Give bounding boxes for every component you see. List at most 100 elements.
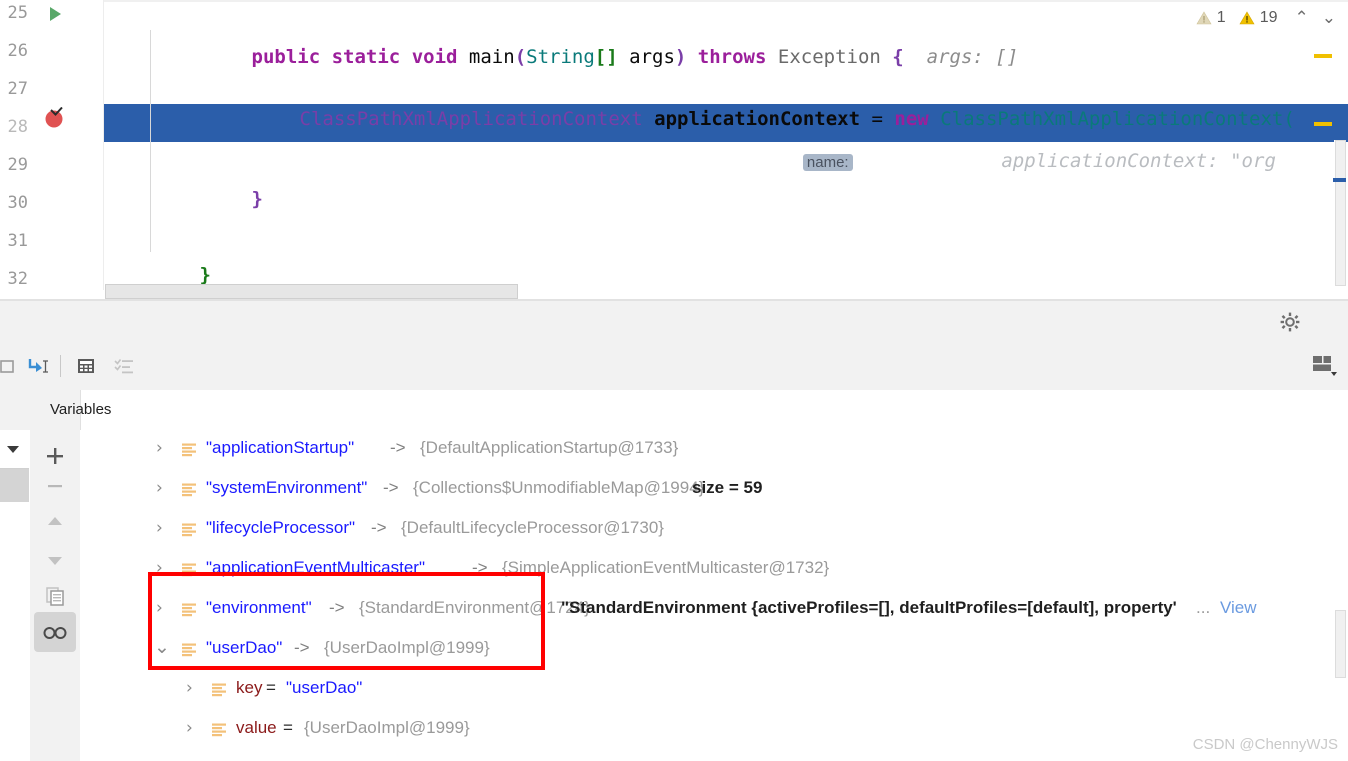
code-editor[interactable]: 25 26 27 28 29 30 31 32 public static vo… xyxy=(0,0,1348,308)
line-number-32: 32 xyxy=(7,269,28,289)
sort-values-icon[interactable] xyxy=(110,352,138,380)
header-rail-a xyxy=(0,390,31,430)
tree-row-systemEnvironment[interactable]: › "systemEnvironment" -> {Collections$Un… xyxy=(80,470,1348,510)
line-number-25: 25 xyxy=(7,3,28,23)
copy-value-button[interactable] xyxy=(34,576,76,616)
list-icon xyxy=(212,722,226,737)
variable-string-value: "StandardEnvironment {activeProfiles=[],… xyxy=(561,598,1177,617)
expand-arrow-icon[interactable]: › xyxy=(186,678,193,698)
layout-settings-icon[interactable] xyxy=(1312,354,1338,376)
assign-op-28: = xyxy=(471,150,483,172)
code-marker-mid xyxy=(1314,122,1332,126)
variable-sep: -> xyxy=(371,518,387,537)
warning-weak-icon xyxy=(1196,11,1212,25)
code-line-31: } xyxy=(108,218,211,290)
arg-userDao: "userDao"); xyxy=(852,150,979,172)
editor-bottom-strip xyxy=(0,301,1348,308)
variable-sep: -> xyxy=(390,438,406,457)
evaluate-expression-icon[interactable] xyxy=(72,352,100,380)
line-number-29: 29 xyxy=(7,155,28,175)
variable-key: "lifecycleProcessor" xyxy=(206,518,356,537)
variable-size: size = 59 xyxy=(692,478,763,497)
watches-toggle-button[interactable] xyxy=(34,612,76,652)
editor-vertical-scroll-thumb[interactable] xyxy=(1335,140,1346,286)
list-icon xyxy=(182,442,196,457)
list-icon xyxy=(182,482,196,497)
variable-value: {DefaultLifecycleProcessor@1730} xyxy=(401,518,664,537)
expand-arrow-icon[interactable]: › xyxy=(156,478,163,498)
next-problem-icon[interactable]: ⌄ xyxy=(1318,8,1340,28)
run-gutter-icon[interactable] xyxy=(44,3,66,25)
list-icon xyxy=(182,522,196,537)
toolbar-separator xyxy=(60,355,61,377)
debug-toolbar[interactable] xyxy=(0,344,1348,391)
editor-gutter[interactable]: 25 26 27 28 29 30 31 32 xyxy=(0,0,104,308)
debug-panel-titlebar xyxy=(0,308,1348,344)
tree-row-applicationStartup[interactable]: › "applicationStartup" -> {DefaultApplic… xyxy=(80,430,1348,470)
expand-arrow-icon[interactable]: › xyxy=(186,718,193,738)
variables-tab-label[interactable]: Variables xyxy=(50,401,111,418)
warning-icon xyxy=(1239,11,1255,25)
run-to-cursor-icon[interactable] xyxy=(24,352,52,380)
variable-sep: -> xyxy=(383,478,399,497)
remove-watch-button[interactable] xyxy=(34,466,76,506)
call-getBean: applicationContext.getBean( xyxy=(494,150,803,172)
expand-arrow-icon[interactable]: › xyxy=(156,438,163,458)
previous-problem-icon[interactable]: ⌃ xyxy=(1291,8,1313,28)
variables-vertical-scrollbar[interactable] xyxy=(1335,610,1346,678)
debug-tool-window: Variables › "applicationStartup" -> {Def… xyxy=(0,308,1348,761)
variable-equals: = xyxy=(266,678,276,697)
var-userDao: userDao xyxy=(379,150,460,172)
frames-selected-row[interactable] xyxy=(0,469,29,502)
code-text-area[interactable]: public static void main(String[] args) t… xyxy=(104,0,1348,290)
line-number-28: 28 xyxy=(7,117,28,137)
variable-value: {DefaultApplicationStartup@1733} xyxy=(420,438,679,457)
ide-window: 25 26 27 28 29 30 31 32 public static vo… xyxy=(0,0,1348,761)
move-down-button[interactable] xyxy=(34,540,76,580)
move-up-button[interactable] xyxy=(34,502,76,542)
chevron-down-icon xyxy=(7,446,19,453)
weak-warning-count: 1 xyxy=(1216,9,1226,26)
tree-row-lifecycleProcessor[interactable]: › "lifecycleProcessor" -> {DefaultLifecy… xyxy=(80,510,1348,550)
inline-debug-value: applicationContext: "org xyxy=(1001,150,1276,172)
expand-arrow-icon[interactable]: › xyxy=(156,518,163,538)
editor-horizontal-scrollbar[interactable] xyxy=(105,284,518,299)
list-icon xyxy=(212,682,226,697)
value-truncated-ellipsis: ... xyxy=(1196,598,1211,617)
tree-row-userDao-key[interactable]: › key = "userDao" xyxy=(80,670,1348,710)
inspection-widget[interactable]: 1 19 ⌃ ⌄ xyxy=(1196,8,1340,28)
variables-header: Variables xyxy=(0,390,1348,431)
variable-name: key xyxy=(236,678,263,697)
variable-equals: = xyxy=(283,718,293,737)
inlay-hint-name: name: xyxy=(802,154,853,171)
tree-row-systemProperties[interactable]: › "systemProperties" -> {Properties@2001… xyxy=(80,750,1348,761)
frames-dropdown[interactable] xyxy=(0,430,29,469)
breakpoint-verified-icon[interactable] xyxy=(44,106,66,129)
variable-string: "userDao" xyxy=(286,678,363,697)
variable-key: "applicationStartup" xyxy=(206,438,355,457)
code-line-28: Object userDao = applicationContext.getB… xyxy=(208,104,1276,220)
close-brace-31: } xyxy=(199,264,211,286)
view-value-link[interactable]: View xyxy=(1220,598,1257,618)
variable-name: value xyxy=(236,718,277,737)
type-Object: Object xyxy=(299,150,369,172)
editor-vertical-scrollbar[interactable] xyxy=(1334,140,1346,286)
line-number-30: 30 xyxy=(7,193,28,213)
line-number-31: 31 xyxy=(7,231,28,251)
gear-icon[interactable] xyxy=(1280,312,1300,332)
line-number-27: 27 xyxy=(7,79,28,99)
scrollbar-position-marker xyxy=(1333,178,1346,182)
variable-value: {SimpleApplicationEventMulticaster@1732} xyxy=(502,558,830,577)
watermark-label: CSDN @ChennyWJS xyxy=(1192,736,1338,753)
annotation-highlight-box xyxy=(148,572,545,670)
tree-row-userDao-value[interactable]: › value = {UserDaoImpl@1999} xyxy=(80,710,1348,750)
step-out-icon[interactable] xyxy=(0,352,22,380)
variable-value: {UserDaoImpl@1999} xyxy=(304,718,470,737)
variable-value: {Collections$UnmodifiableMap@1994} xyxy=(413,478,705,497)
code-marker-top xyxy=(1314,54,1332,58)
variable-key: "systemEnvironment" xyxy=(206,478,368,497)
watches-rail[interactable] xyxy=(30,430,81,761)
close-brace-29: } xyxy=(251,188,263,210)
line-number-26: 26 xyxy=(7,41,28,61)
warning-count: 19 xyxy=(1259,9,1278,26)
